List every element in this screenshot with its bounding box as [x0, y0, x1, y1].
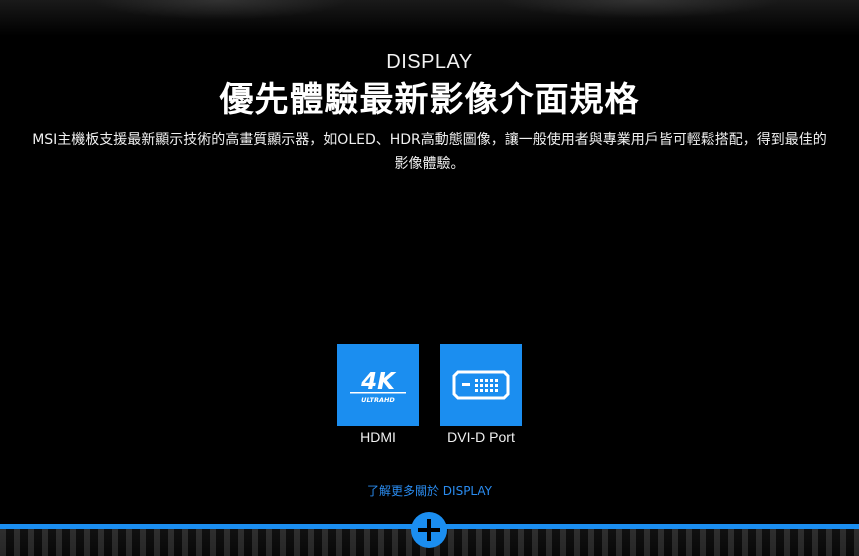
section-header: DISPLAY 優先體驗最新影像介面規格 MSI主機板支援最新顯示技術的高畫質顯…: [0, 50, 859, 176]
feature-list: 4K ULTRAHD HDMI DVI-D Port: [0, 344, 859, 445]
display-section: DISPLAY 優先體驗最新影像介面規格 MSI主機板支援最新顯示技術的高畫質顯…: [0, 0, 859, 556]
feature-tile-hdmi[interactable]: 4K ULTRAHD: [337, 344, 419, 426]
4k-icon-sub-text: ULTRAHD: [361, 396, 395, 404]
dvi-connector-icon: [452, 370, 510, 400]
feature-dvi-d[interactable]: DVI-D Port: [440, 344, 522, 445]
section-title: 優先體驗最新影像介面規格: [219, 80, 640, 120]
feature-label-hdmi: HDMI: [360, 429, 396, 445]
feature-tile-dvi-d[interactable]: [440, 344, 522, 426]
feature-label-dvi-d: DVI-D Port: [447, 429, 515, 445]
section-description: MSI主機板支援最新顯示技術的高畫質顯示器，如OLED、HDR高動態圖像，讓一般…: [32, 132, 827, 172]
plus-icon: [418, 519, 440, 541]
section-eyebrow: DISPLAY: [386, 51, 473, 73]
expand-button[interactable]: [411, 512, 447, 548]
learn-more-link[interactable]: 了解更多關於 DISPLAY: [0, 482, 859, 499]
4k-ultra-hd-icon: 4K ULTRAHD: [350, 369, 406, 404]
feature-hdmi[interactable]: 4K ULTRAHD HDMI: [337, 344, 419, 445]
top-background-texture: [0, 0, 859, 36]
4k-icon-main-text: 4K: [360, 369, 397, 395]
